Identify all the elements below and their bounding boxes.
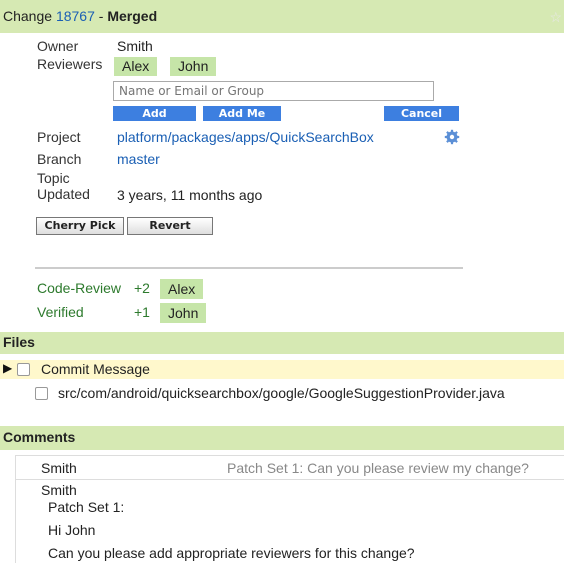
revert-button[interactable]: Revert: [127, 217, 213, 235]
change-prefix: Change: [3, 8, 53, 24]
reviewer-input[interactable]: [113, 81, 434, 101]
comment-author: Smith: [41, 460, 77, 476]
reviewers-label: Reviewers: [37, 56, 103, 72]
change-status: Merged: [107, 8, 158, 24]
change-number-link[interactable]: 18767: [56, 8, 95, 24]
change-header: Change 18767 - Merged ☆: [0, 0, 564, 33]
file-checkbox[interactable]: [35, 387, 48, 400]
reviewer-chip[interactable]: Alex: [114, 57, 158, 76]
file-row[interactable]: src/com/android/quicksearchbox/google/Go…: [0, 384, 564, 403]
updated-value: 3 years, 11 months ago: [117, 187, 263, 203]
file-name[interactable]: Commit Message: [41, 361, 150, 377]
label-voter-chip: Alex: [160, 279, 204, 299]
cancel-button[interactable]: Cancel: [384, 106, 459, 121]
label-score: +1: [134, 304, 150, 320]
label-name: Code-Review: [37, 280, 122, 296]
comment-greeting: Hi John: [48, 522, 96, 538]
star-icon[interactable]: ☆: [549, 9, 562, 26]
file-row[interactable]: ▶ Commit Message: [0, 360, 564, 379]
cherry-pick-button[interactable]: Cherry Pick: [36, 217, 124, 235]
add-me-button[interactable]: Add Me: [203, 106, 281, 121]
gear-icon[interactable]: [444, 129, 460, 145]
project-link[interactable]: platform/packages/apps/QuickSearchBox: [117, 129, 374, 145]
divider: [35, 267, 463, 269]
owner-label: Owner: [37, 38, 79, 54]
comment-summary: Patch Set 1: Can you please review my ch…: [227, 460, 529, 476]
file-name[interactable]: src/com/android/quicksearchbox/google/Go…: [58, 385, 505, 401]
project-label: Project: [37, 129, 81, 145]
comment-expanded: Smith Patch Set 1: Hi John Can you pleas…: [15, 479, 564, 563]
comment-author: Smith: [41, 482, 77, 498]
label-voter-chip: John: [160, 303, 207, 323]
comment-collapsed[interactable]: Smith Patch Set 1: Can you please review…: [15, 455, 564, 480]
label-score: +2: [134, 280, 150, 296]
comments-section-header: Comments: [0, 426, 564, 450]
branch-label: Branch: [37, 151, 82, 167]
files-section-header: Files: [0, 332, 564, 354]
branch-link[interactable]: master: [117, 151, 160, 167]
add-button[interactable]: Add: [113, 106, 196, 121]
header-separator: -: [98, 8, 104, 24]
updated-label: Updated: [37, 186, 90, 202]
topic-label: Topic: [37, 170, 70, 186]
owner-value: Smith: [117, 38, 153, 54]
reviewer-chip[interactable]: John: [170, 57, 217, 76]
comment-patch-set: Patch Set 1:: [48, 499, 125, 515]
comment-body: Can you please add appropriate reviewers…: [48, 545, 415, 561]
label-name: Verified: [37, 304, 84, 320]
caret-right-icon: ▶: [3, 361, 13, 375]
file-checkbox[interactable]: [17, 363, 30, 376]
